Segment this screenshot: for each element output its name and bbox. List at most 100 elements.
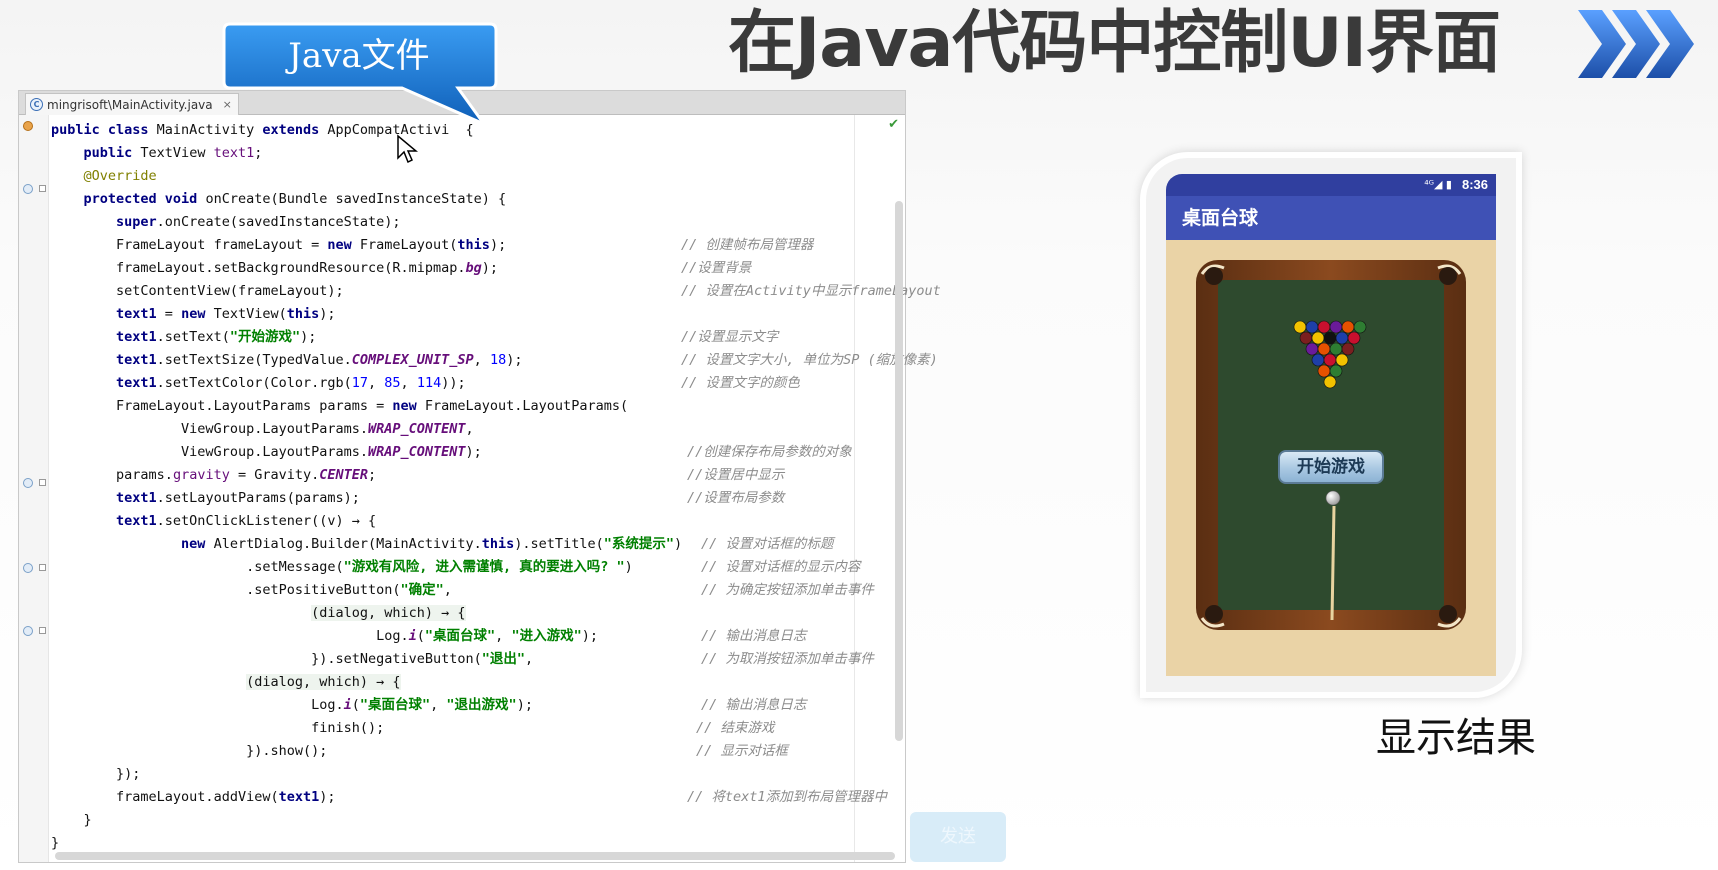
code-editor[interactable]: C mingrisoft\MainActivity.java × ✔ publi… (18, 90, 941, 863)
statement: .setMessage( (246, 559, 344, 575)
code-line: new AlertDialog.Builder(MainActivity.thi… (51, 533, 891, 556)
tab-mainactivity[interactable]: C mingrisoft\MainActivity.java × (25, 93, 239, 115)
statement: .setText( (156, 329, 230, 345)
java-class-icon: C (30, 98, 43, 111)
code-line: }); (51, 763, 891, 786)
lambda-params: (dialog, which) → { (311, 605, 466, 621)
keyword: protected void (83, 191, 206, 207)
statement: ) (673, 536, 683, 552)
statement: ).setTitle( (514, 536, 604, 552)
fold-toggle-icon[interactable] (39, 564, 46, 571)
keyword: this (286, 306, 320, 322)
code-comment: // 结束游戏 (696, 720, 775, 736)
statement: FrameLayout frameLayout = (116, 237, 328, 253)
brace: } (83, 812, 92, 828)
horizontal-scrollbar[interactable] (55, 852, 895, 860)
string-literal: "系统提示" (603, 536, 674, 552)
start-game-button[interactable]: 开始游戏 (1278, 450, 1384, 484)
statement: ); (319, 306, 336, 322)
override-method-icon[interactable] (23, 184, 33, 194)
lambda-marker-icon[interactable] (23, 478, 33, 488)
statement: ViewGroup.LayoutParams. (181, 421, 368, 437)
statement: finish(); (311, 720, 385, 736)
keyword: this (457, 237, 490, 253)
statement: .setPositiveButton( (246, 582, 401, 598)
field: text1 (116, 306, 157, 322)
code-area[interactable]: public class MainActivity extends AppCom… (51, 119, 941, 851)
statement: }).setNegativeButton( (311, 651, 482, 667)
result-label: 显示结果 (1376, 715, 1536, 761)
field: text1 (116, 375, 157, 391)
run-class-icon[interactable] (23, 121, 33, 131)
statement: ; (368, 467, 377, 483)
constant: WRAP_CONTENT (367, 421, 466, 437)
statement: ( (351, 697, 360, 713)
phone-preview: ⁴ᴳ◢ ▮ 8:36 桌面台球 开始游戏 (1146, 158, 1516, 692)
fold-toggle-icon[interactable] (39, 627, 46, 634)
constant: WRAP_CONTENT (367, 444, 466, 460)
statement: = (156, 306, 182, 322)
keyword: new (392, 398, 425, 414)
code-line: }).setNegativeButton("退出", // 为取消按钮添加单击事件 (51, 648, 891, 671)
string-literal: "退出游戏" (446, 697, 517, 713)
field: gravity (172, 467, 230, 483)
string-literal: "开始游戏" (229, 329, 301, 345)
code-line: (dialog, which) → { (51, 602, 891, 625)
code-line: (dialog, which) → { (51, 671, 891, 694)
statement: FrameLayout.LayoutParams params = (116, 398, 393, 414)
vertical-scrollbar[interactable] (895, 201, 903, 741)
statement: FrameLayout( (359, 237, 458, 253)
code-line: public TextView text1; (83, 145, 263, 161)
statement: FrameLayout.LayoutParams( (424, 398, 629, 414)
code-line: ViewGroup.LayoutParams.WRAP_CONTENT); //创… (51, 441, 891, 464)
statement: , (443, 582, 452, 598)
app-bar-title: 桌面台球 (1166, 196, 1496, 240)
string-literal: "进入游戏" (511, 628, 582, 644)
code-line: FrameLayout.LayoutParams params = new Fr… (51, 395, 891, 418)
code-line: text1.setTextColor(Color.rgb(17, 85, 114… (51, 372, 891, 395)
code-line: finish(); // 结束游戏 (51, 717, 891, 740)
statement: , (525, 651, 534, 667)
number-literal: 85 (384, 375, 401, 391)
code-line: Log.i("桌面台球", "退出游戏"); // 输出消息日志 (51, 694, 891, 717)
keyword: new (181, 536, 214, 552)
field: text1 (213, 145, 255, 161)
statement: .setOnClickListener((v) → { (156, 513, 377, 529)
method: i (343, 697, 352, 713)
field: text1 (278, 789, 320, 805)
lambda-marker-icon[interactable] (23, 626, 33, 636)
send-button[interactable]: 发送 (910, 812, 1006, 862)
statement: .setTextSize(TypedValue. (156, 352, 352, 368)
fold-toggle-icon[interactable] (39, 479, 46, 486)
game-screen: 开始游戏 (1166, 240, 1496, 676)
statement: Log. (376, 628, 409, 644)
statement: ); (465, 444, 482, 460)
lambda-params: (dialog, which) → { (246, 674, 401, 690)
keyword: new (181, 306, 214, 322)
statement: , (430, 697, 447, 713)
statement: ); (489, 237, 507, 253)
method-signature: onCreate(Bundle savedInstanceState) { (205, 191, 507, 207)
tab-label: mingrisoft\MainActivity.java (47, 97, 213, 112)
annotation: @Override (83, 168, 157, 184)
statement: ); (581, 628, 598, 644)
keyword: public (83, 145, 141, 161)
code-line: @Override (51, 165, 891, 188)
code-comment: // 创建帧布局管理器 (681, 237, 814, 253)
mouse-cursor-icon (397, 134, 418, 164)
statement: , (465, 421, 474, 437)
fold-toggle-icon[interactable] (39, 185, 46, 192)
string-literal: "桌面台球" (359, 697, 431, 713)
number-literal: 17 (351, 375, 369, 391)
status-time: 8:36 (1461, 177, 1488, 192)
statement: .onCreate(savedInstanceState); (156, 214, 401, 230)
field: bg (465, 260, 482, 276)
code-comment: // 设置对话框的显示内容 (701, 559, 861, 575)
code-line: } (51, 809, 891, 832)
lambda-marker-icon[interactable] (23, 563, 33, 573)
string-literal: "游戏有风险, 进入需谨慎, 真的要进入吗? " (343, 559, 625, 575)
number-literal: 18 (489, 352, 507, 368)
code-line: .setMessage("游戏有风险, 进入需谨慎, 真的要进入吗? ") // … (51, 556, 891, 579)
code-line: text1.setText("开始游戏"); //设置显示文字 (51, 326, 891, 349)
code-comment: // 输出消息日志 (701, 697, 807, 713)
